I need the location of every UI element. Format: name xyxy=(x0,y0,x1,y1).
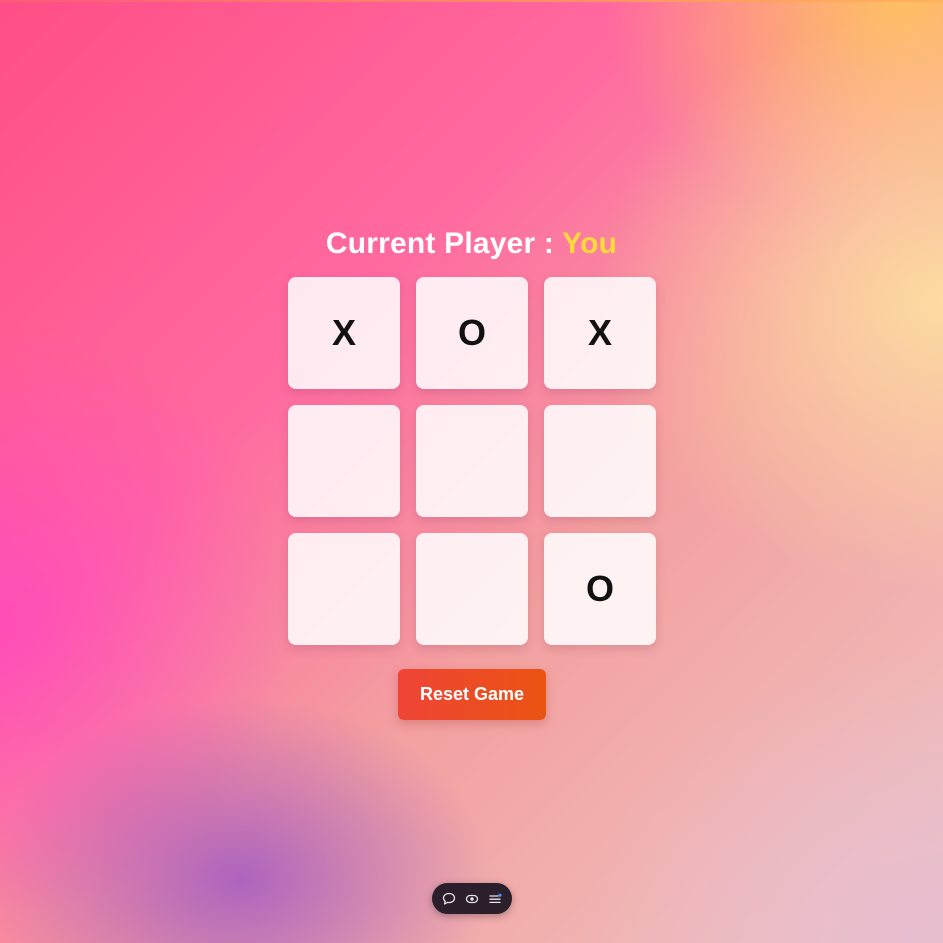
board-cell-2-2[interactable]: O xyxy=(544,533,656,645)
current-player-name: You xyxy=(562,227,618,260)
board-cell-1-2[interactable] xyxy=(544,405,656,517)
comment-icon[interactable] xyxy=(440,890,458,908)
eye-icon[interactable] xyxy=(463,890,481,908)
reset-game-button[interactable]: Reset Game xyxy=(398,669,546,720)
menu-icon[interactable] xyxy=(486,890,504,908)
board-cell-2-1[interactable] xyxy=(416,533,528,645)
floating-toolbar xyxy=(432,883,512,914)
top-accent-line xyxy=(0,0,943,2)
board-cell-0-2[interactable]: X xyxy=(544,277,656,389)
board-cell-0-0[interactable]: X xyxy=(288,277,400,389)
board-cell-1-0[interactable] xyxy=(288,405,400,517)
board-cell-1-1[interactable] xyxy=(416,405,528,517)
game-board: X O X O xyxy=(288,277,657,645)
current-player-label: Current Player : xyxy=(325,227,563,260)
board-cell-2-0[interactable] xyxy=(288,533,400,645)
current-player-heading: Current Player : You xyxy=(0,224,943,264)
board-cell-0-1[interactable]: O xyxy=(416,277,528,389)
